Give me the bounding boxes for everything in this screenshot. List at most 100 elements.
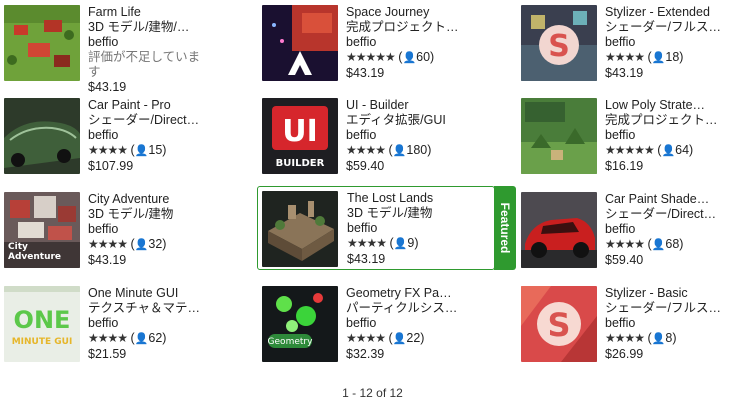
product-title[interactable]: Car Paint Shade… xyxy=(605,192,733,207)
product-publisher[interactable]: beffio xyxy=(88,316,216,331)
svg-text:S: S xyxy=(548,29,570,64)
product-title[interactable]: Stylizer - Basic xyxy=(605,286,733,301)
product-card[interactable]: S Stylizer - Basic シェーダー/フルス… beffio ★★★… xyxy=(521,286,745,366)
thumb-text: Geometry xyxy=(268,337,314,347)
product-rating: ★★★★ (👤22) xyxy=(346,331,425,345)
product-price: $43.19 xyxy=(347,252,386,266)
rating-stars: ★★★★ xyxy=(347,236,387,250)
rating-stars: ★★★★ xyxy=(88,143,128,157)
person-icon: 👤 xyxy=(134,239,149,251)
product-rating: ★★★★★ (👤64) xyxy=(605,143,694,157)
rating-count: 68 xyxy=(665,237,680,251)
product-card[interactable]: UI BUILDER UI - Builder エディタ拡張/GUI beffi… xyxy=(262,98,500,178)
product-card[interactable]: Car Paint Shade… シェーダー/Direct… beffio ★★… xyxy=(521,192,745,272)
product-publisher[interactable]: beffio xyxy=(605,222,733,237)
thumb-text: UI xyxy=(282,114,318,149)
product-rating: ★★★★★ (👤60) xyxy=(346,50,435,64)
product-thumbnail[interactable] xyxy=(4,5,80,81)
product-price: $43.19 xyxy=(88,80,127,94)
person-icon: 👤 xyxy=(661,145,676,157)
product-category: 3D モデル/建物/… xyxy=(88,20,190,34)
rating-count: 22 xyxy=(406,331,421,345)
product-grid: Farm Life 3D モデル/建物/… beffio 評価が不足しています … xyxy=(0,0,745,380)
product-category: シェーダー/フルス… xyxy=(605,20,721,34)
person-icon: 👤 xyxy=(392,145,407,157)
product-card[interactable]: City Adventure City Adventure 3D モデル/建物 … xyxy=(4,192,242,272)
product-publisher[interactable]: beffio xyxy=(346,35,474,50)
product-thumbnail[interactable]: UI BUILDER xyxy=(262,98,338,174)
product-rating: ★★★★ (👤18) xyxy=(605,50,684,64)
product-title[interactable]: City Adventure xyxy=(88,192,216,207)
rating-count: 8 xyxy=(665,331,673,345)
product-title[interactable]: Space Journey xyxy=(346,5,474,20)
product-title[interactable]: Car Paint - Pro xyxy=(88,98,216,113)
product-title[interactable]: UI - Builder xyxy=(346,98,474,113)
product-publisher[interactable]: beffio xyxy=(88,35,216,50)
product-card-featured[interactable]: The Lost Lands 3D モデル/建物 beffio ★★★★ (👤9… xyxy=(257,186,516,270)
product-title[interactable]: Farm Life xyxy=(88,5,216,20)
product-card[interactable]: S Stylizer - Extended シェーダー/フルス… beffio … xyxy=(521,5,745,85)
product-publisher[interactable]: beffio xyxy=(347,221,475,236)
product-thumbnail[interactable] xyxy=(521,192,597,268)
product-publisher[interactable]: beffio xyxy=(88,222,216,237)
product-publisher[interactable]: beffio xyxy=(605,128,733,143)
person-icon: 👤 xyxy=(651,333,666,345)
product-thumbnail[interactable]: ONE MINUTE GUI xyxy=(4,286,80,362)
product-thumbnail[interactable]: S xyxy=(521,286,597,362)
product-card[interactable]: Space Journey 完成プロジェクト… beffio ★★★★★ (👤6… xyxy=(262,5,500,85)
rating-stars: ★★★★ xyxy=(605,50,645,64)
product-thumbnail[interactable]: Geometry xyxy=(262,286,338,362)
product-price: $16.19 xyxy=(605,159,644,173)
person-icon: 👤 xyxy=(651,239,666,251)
product-title[interactable]: Stylizer - Extended xyxy=(605,5,733,20)
product-price: $43.19 xyxy=(346,66,385,80)
rating-count: 9 xyxy=(407,236,415,250)
product-thumbnail[interactable] xyxy=(262,191,338,267)
rating-status: 評価が不足しています xyxy=(88,50,201,79)
product-thumbnail[interactable]: City Adventure xyxy=(4,192,80,268)
product-publisher[interactable]: beffio xyxy=(88,128,216,143)
rating-stars: ★★★★★ xyxy=(346,50,396,64)
product-card[interactable]: Geometry Geometry FX Pa… パーティクルシス… beffi… xyxy=(262,286,500,366)
person-icon: 👤 xyxy=(393,238,408,250)
product-title[interactable]: Low Poly Strate… xyxy=(605,98,733,113)
product-title[interactable]: One Minute GUI xyxy=(88,286,216,301)
rating-count: 180 xyxy=(406,143,428,157)
product-publisher[interactable]: beffio xyxy=(346,316,474,331)
rating-stars: ★★★★ xyxy=(605,331,645,345)
thumb-subtext: BUILDER xyxy=(276,158,325,169)
product-category: シェーダー/Direct… xyxy=(605,207,717,221)
product-title[interactable]: Geometry FX Pa… xyxy=(346,286,474,301)
product-title[interactable]: The Lost Lands xyxy=(347,191,475,206)
rating-count: 60 xyxy=(416,50,431,64)
product-card[interactable]: Car Paint - Pro シェーダー/Direct… beffio ★★★… xyxy=(4,98,242,178)
product-thumbnail[interactable] xyxy=(4,98,80,174)
person-icon: 👤 xyxy=(134,145,149,157)
product-publisher[interactable]: beffio xyxy=(346,128,474,143)
product-thumbnail[interactable] xyxy=(521,98,597,174)
rating-stars: ★★★★ xyxy=(346,143,386,157)
product-category: 3D モデル/建物 xyxy=(88,207,174,221)
person-icon: 👤 xyxy=(392,333,407,345)
product-category: 3D モデル/建物 xyxy=(347,206,433,220)
product-price: $43.19 xyxy=(605,66,644,80)
product-price: $32.39 xyxy=(346,347,385,361)
product-card[interactable]: Low Poly Strate… 完成プロジェクト… beffio ★★★★★ … xyxy=(521,98,745,178)
product-card[interactable]: ONE MINUTE GUI One Minute GUI テクスチャ＆マテ… … xyxy=(4,286,242,366)
rating-stars: ★★★★ xyxy=(88,237,128,251)
pagination-summary: 1 - 12 of 12 xyxy=(342,386,403,400)
product-category: エディタ拡張/GUI xyxy=(346,113,446,127)
product-category: シェーダー/フルス… xyxy=(605,301,721,315)
product-thumbnail[interactable] xyxy=(262,5,338,81)
product-price: $59.40 xyxy=(605,253,644,267)
product-price: $21.59 xyxy=(88,347,127,361)
product-publisher[interactable]: beffio xyxy=(605,316,733,331)
thumb-text: ONE xyxy=(14,306,71,334)
product-thumbnail[interactable]: S xyxy=(521,5,597,81)
product-publisher[interactable]: beffio xyxy=(605,35,733,50)
rating-stars: ★★★★ xyxy=(346,331,386,345)
product-category: 完成プロジェクト… xyxy=(346,20,459,34)
rating-count: 62 xyxy=(148,331,163,345)
product-rating: ★★★★ (👤68) xyxy=(605,237,684,251)
product-card[interactable]: Farm Life 3D モデル/建物/… beffio 評価が不足しています … xyxy=(4,5,242,94)
